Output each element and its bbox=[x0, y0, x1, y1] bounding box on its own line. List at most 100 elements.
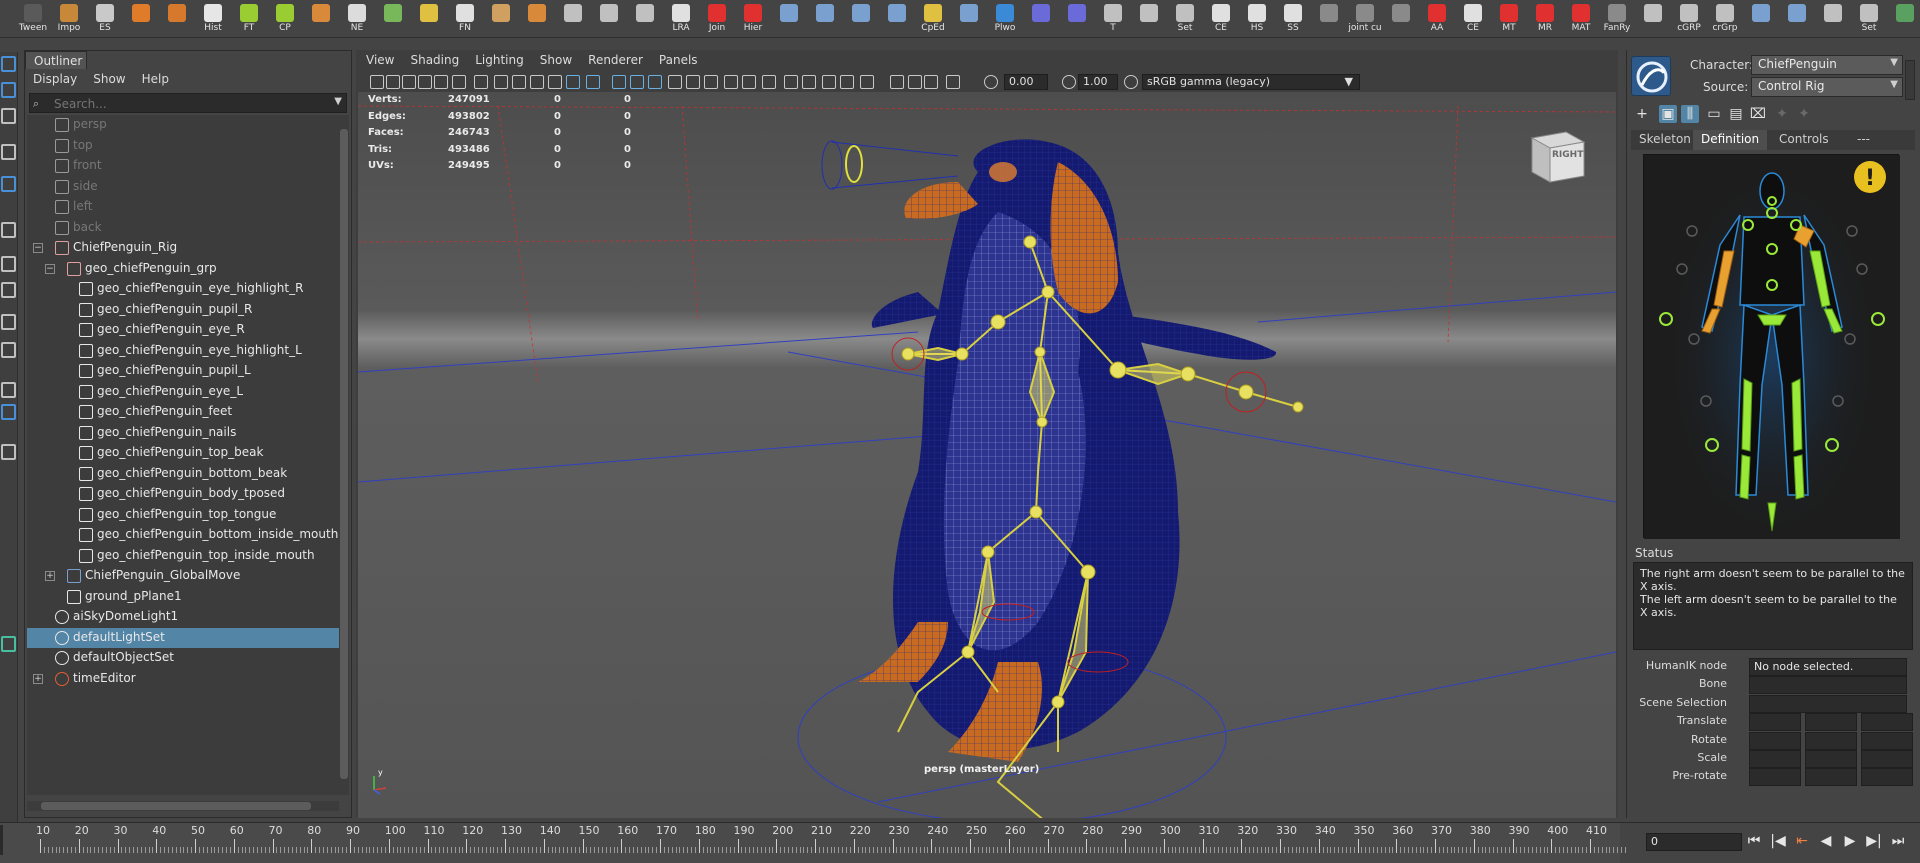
shelf-button[interactable]: CE bbox=[1456, 2, 1490, 36]
shelf-button[interactable]: crGrp bbox=[1708, 2, 1742, 36]
expand-toggle-icon[interactable]: + bbox=[33, 673, 43, 684]
shelf-button[interactable]: Set bbox=[1852, 2, 1886, 36]
shelf-button[interactable] bbox=[808, 2, 842, 36]
shelf-button[interactable] bbox=[628, 2, 662, 36]
viewcube[interactable]: RIGHT bbox=[1526, 128, 1588, 184]
prop-xyz-field[interactable] bbox=[1805, 750, 1857, 768]
outliner-row-back[interactable]: back bbox=[27, 218, 339, 239]
prop-xyz-field[interactable] bbox=[1861, 731, 1913, 750]
outliner-menu-show[interactable]: Show bbox=[93, 72, 125, 86]
shelf-button[interactable]: Join bbox=[700, 2, 734, 36]
viewport-tool-icon[interactable] bbox=[402, 75, 416, 89]
expand-toggle-icon[interactable]: − bbox=[45, 263, 55, 274]
gamma-icon[interactable] bbox=[1124, 75, 1138, 89]
outliner-row-top[interactable]: top bbox=[27, 136, 339, 157]
outliner-row-aiskydomelight1[interactable]: aiSkyDomeLight1 bbox=[27, 607, 339, 628]
play-backward-icon[interactable]: ◀ bbox=[1816, 831, 1836, 851]
outliner-row-chiefpenguin-globalmove[interactable]: + ChiefPenguin_GlobalMove bbox=[27, 566, 339, 587]
shelf-button[interactable]: FN bbox=[448, 2, 482, 36]
viewport-menu-shading[interactable]: Shading bbox=[410, 53, 459, 69]
prop-xyz-field[interactable] bbox=[1861, 750, 1913, 768]
outliner-row-geo-chiefpenguin-pupil-l[interactable]: geo_chiefPenguin_pupil_L bbox=[27, 361, 339, 382]
viewport-tool-icon[interactable] bbox=[802, 75, 816, 89]
shelf-button[interactable]: FanRy bbox=[1600, 2, 1634, 36]
shelf-button[interactable] bbox=[1888, 2, 1920, 36]
viewport-tool-icon[interactable] bbox=[924, 75, 938, 89]
prop-xyz-field[interactable] bbox=[1861, 768, 1913, 787]
layout-icon[interactable] bbox=[1, 256, 16, 272]
tab-controls[interactable]: Controls bbox=[1771, 130, 1837, 150]
viewport-tool-icon[interactable] bbox=[946, 75, 960, 89]
play-forward-icon[interactable]: ▶ bbox=[1840, 831, 1860, 851]
save-icon[interactable]: ▤ bbox=[1727, 105, 1745, 123]
source-dropdown[interactable]: Control Rig ▼ bbox=[1751, 77, 1903, 97]
layout-icon[interactable] bbox=[1, 444, 16, 460]
humanik-node-field[interactable]: No node selected. bbox=[1749, 658, 1907, 676]
outliner-row-geo-chiefpenguin-top-beak[interactable]: geo_chiefPenguin_top_beak bbox=[27, 443, 339, 464]
shelf-button[interactable] bbox=[520, 2, 554, 36]
prop-xyz-field[interactable] bbox=[1805, 731, 1857, 750]
outliner-row-defaultlightset[interactable]: defaultLightSet bbox=[27, 627, 339, 648]
prop-field[interactable] bbox=[1749, 676, 1907, 695]
outliner-row-geo-chiefpenguin-eye-r[interactable]: geo_chiefPenguin_eye_R bbox=[27, 320, 339, 341]
shelf-button[interactable] bbox=[844, 2, 878, 36]
prop-xyz-field[interactable] bbox=[1861, 713, 1913, 732]
pin-icon[interactable]: ✦ bbox=[1773, 105, 1791, 123]
tab-outliner[interactable]: Outliner bbox=[25, 51, 87, 69]
folder-icon[interactable]: ▭ bbox=[1705, 105, 1723, 123]
outliner-row-timeeditor[interactable]: + timeEditor bbox=[27, 669, 339, 690]
outliner-row-side[interactable]: side bbox=[27, 177, 339, 198]
current-frame-field[interactable]: 0 bbox=[1646, 833, 1742, 851]
viewport-tool-icon[interactable] bbox=[822, 75, 836, 89]
shelf-button[interactable]: joint cu bbox=[1348, 2, 1382, 36]
viewport-tool-icon[interactable] bbox=[530, 75, 544, 89]
viewport-tool-icon[interactable] bbox=[630, 75, 644, 89]
viewport-tool-icon[interactable] bbox=[548, 75, 562, 89]
viewport-tool-icon[interactable] bbox=[452, 75, 466, 89]
outliner-horizontal-scrollbar[interactable] bbox=[27, 801, 339, 811]
shelf-button[interactable] bbox=[1384, 2, 1418, 36]
shelf-button[interactable]: cGRP bbox=[1672, 2, 1706, 36]
move-tool-icon[interactable] bbox=[1, 144, 16, 160]
add-icon[interactable]: + bbox=[1633, 105, 1651, 123]
gear-icon[interactable] bbox=[984, 75, 998, 89]
expand-toggle-icon[interactable]: + bbox=[45, 571, 55, 581]
scale-tool-icon[interactable] bbox=[1, 222, 16, 238]
outliner-row-defaultobjectset[interactable]: defaultObjectSet bbox=[27, 648, 339, 669]
outliner-row-geo-chiefpenguin-eye-highlight-l[interactable]: geo_chiefPenguin_eye_highlight_L bbox=[27, 341, 339, 362]
shelf-button[interactable]: CE bbox=[1204, 2, 1238, 36]
viewport-tool-icon[interactable] bbox=[434, 75, 448, 89]
exposure-field[interactable]: 0.00 bbox=[1004, 74, 1048, 90]
shelf-button[interactable]: HS bbox=[1240, 2, 1274, 36]
shelf-button[interactable]: CpEd bbox=[916, 2, 950, 36]
scrollbar-thumb[interactable] bbox=[340, 129, 348, 779]
outliner-row-left[interactable]: left bbox=[27, 197, 339, 218]
viewport-tool-icon[interactable] bbox=[742, 75, 756, 89]
chevron-down-icon[interactable]: ▼ bbox=[334, 96, 342, 107]
shelf-button[interactable] bbox=[772, 2, 806, 36]
rotate-tool-icon[interactable] bbox=[1, 176, 16, 192]
step-back-frame-icon[interactable]: ⇤ bbox=[1792, 831, 1812, 851]
shelf-button[interactable] bbox=[1060, 2, 1094, 36]
prop-xyz-field[interactable] bbox=[1749, 731, 1801, 750]
shelf-button[interactable]: Hier bbox=[736, 2, 770, 36]
prop-xyz-field[interactable] bbox=[1749, 713, 1801, 732]
shelf-button[interactable]: Hist bbox=[196, 2, 230, 36]
viewport-tool-icon[interactable] bbox=[474, 75, 488, 89]
prop-xyz-field[interactable] bbox=[1749, 750, 1801, 768]
go-to-start-icon[interactable]: ⏮ bbox=[1744, 831, 1764, 851]
outliner-row-chiefpenguin-rig[interactable]: − ChiefPenguin_Rig bbox=[27, 238, 339, 259]
delete-icon[interactable]: ⌧ bbox=[1749, 105, 1767, 123]
outliner-menu-help[interactable]: Help bbox=[142, 72, 169, 86]
prop-xyz-field[interactable] bbox=[1805, 768, 1857, 787]
step-back-key-icon[interactable]: |◀ bbox=[1768, 831, 1788, 851]
lasso-tool-icon[interactable] bbox=[1, 82, 16, 98]
hik-character-figure[interactable]: ! bbox=[1643, 154, 1900, 545]
tab-skeleton[interactable]: Skeleton bbox=[1631, 130, 1699, 150]
viewport-tool-icon[interactable] bbox=[704, 75, 718, 89]
layout-icon[interactable] bbox=[1, 282, 16, 298]
outliner-row-ground-pplane1[interactable]: ground_pPlane1 bbox=[27, 587, 339, 608]
shelf-button[interactable]: MAT bbox=[1564, 2, 1598, 36]
select-tool-icon[interactable] bbox=[1, 56, 16, 72]
viewport-tool-icon[interactable] bbox=[418, 75, 432, 89]
